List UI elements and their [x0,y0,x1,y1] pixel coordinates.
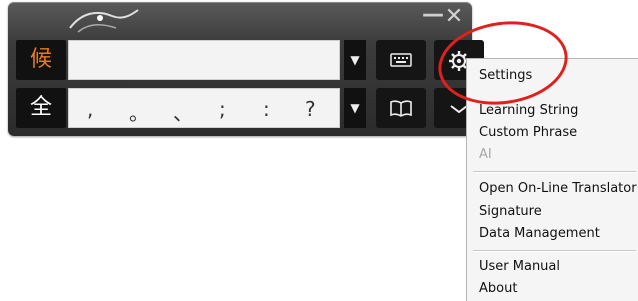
punctuation-dropdown-button[interactable]: ▼ [344,88,366,128]
menu-item-learning-string[interactable]: Learning String [479,101,578,121]
book-icon [390,100,412,117]
menu-item-data-management[interactable]: Data Management [479,224,600,244]
candidate-dropdown-button[interactable]: ▼ [344,40,366,80]
menu-separator [473,171,636,173]
screenshot: — ✕ 候 ▼ 全 , 。 、 ;: ? ▼ Settings Learnin… [0,0,638,301]
menu-item-signature[interactable]: Signature [479,202,542,222]
dictionary-button[interactable] [376,88,426,128]
menu-item-about[interactable]: About [479,279,517,299]
punct-semicolon[interactable]: ; [219,97,226,121]
width-mode-indicator[interactable]: 全 [16,88,66,128]
punct-comma[interactable]: , [87,97,93,121]
close-button[interactable]: ✕ [444,6,464,28]
punctuation-field[interactable]: , 。 、 ; : ? [68,88,340,128]
menu-item-user-manual[interactable]: User Manual [479,257,560,277]
minimize-button[interactable]: — [422,4,444,26]
settings-menu: Settings Learning String Custom Phrase A… [466,58,638,301]
punct-period[interactable]: 。 [129,97,149,126]
punct-colon[interactable]: : [263,97,270,121]
ime-logo [69,9,139,33]
keyboard-icon [390,53,412,67]
menu-item-settings[interactable]: Settings [479,66,532,86]
punct-question[interactable]: ? [305,97,316,121]
menu-item-ai: AI [479,147,492,162]
candidate-mode-indicator[interactable]: 候 [16,40,66,80]
menu-item-online-translator[interactable]: Open On-Line Translator [479,179,637,199]
keyboard-button[interactable] [376,40,426,80]
ime-toolbar: — ✕ 候 ▼ 全 , 。 、 ;: ? ▼ [8,2,484,136]
menu-separator [473,250,636,252]
candidate-field[interactable] [68,40,340,80]
menu-item-custom-phrase[interactable]: Custom Phrase [479,123,577,143]
punct-enumeration-comma[interactable]: 、 [173,97,193,126]
